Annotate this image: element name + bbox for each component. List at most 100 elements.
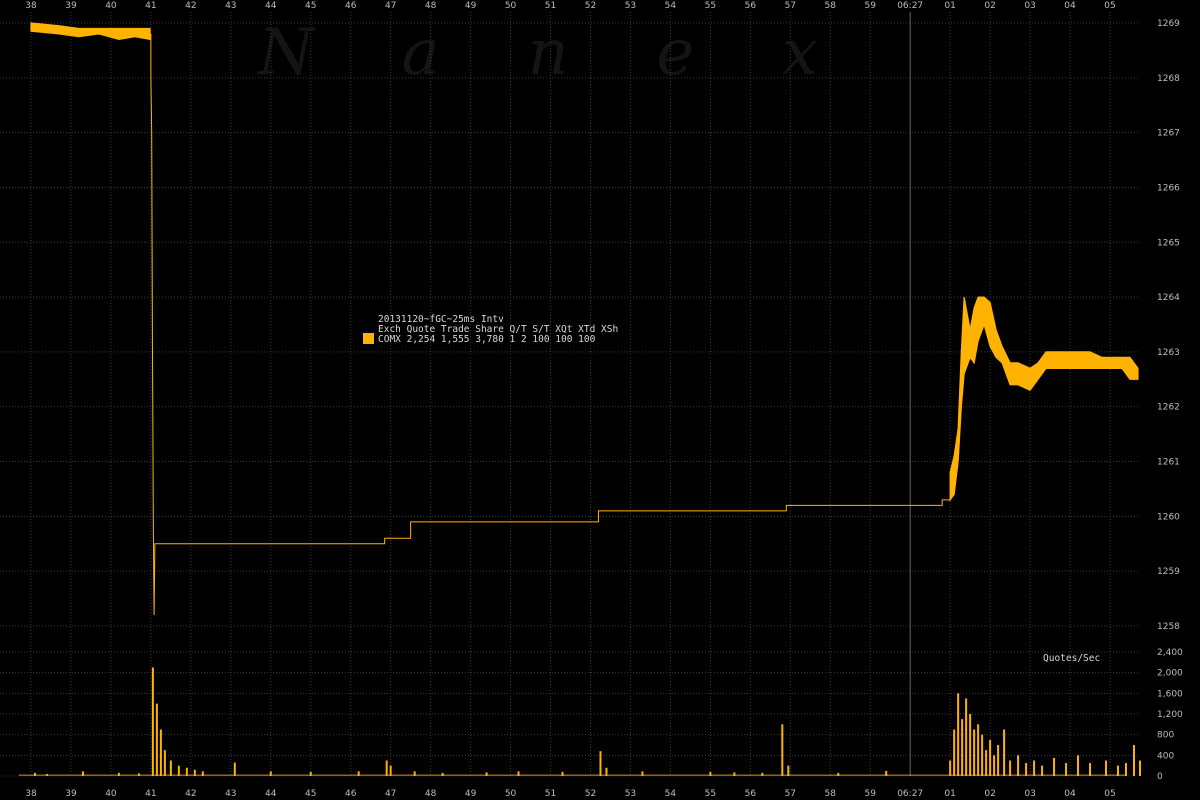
volume-tick-label: 2,000 xyxy=(1157,669,1183,679)
volume-baseline-activity xyxy=(19,774,1126,776)
x-tick-label-top: 47 xyxy=(385,1,396,11)
x-tick-label-bottom: 03 xyxy=(1024,789,1035,799)
volume-tick-label: 1,600 xyxy=(1157,689,1183,699)
x-tick-label-top: 54 xyxy=(665,1,677,11)
y-tick-label: 1266 xyxy=(1157,183,1180,193)
x-tick-label-top: 39 xyxy=(65,1,77,11)
x-tick-label-top: 38 xyxy=(25,1,37,11)
legend-row: COMX 2,254 1,555 3,780 1 2 100 100 100 xyxy=(378,334,596,345)
volume-bar xyxy=(1077,755,1080,776)
volume-bar xyxy=(981,734,984,776)
volume-bar xyxy=(761,772,764,776)
x-tick-label-bottom: 45 xyxy=(305,789,316,799)
x-tick-label-bottom: 42 xyxy=(185,789,196,799)
volume-bar xyxy=(957,693,960,776)
x-tick-label-top: 06:27 xyxy=(897,1,923,11)
x-tick-label-bottom: 48 xyxy=(425,789,437,799)
volume-bar xyxy=(561,771,564,776)
x-tick-label-bottom: 49 xyxy=(465,789,477,799)
volume-bar xyxy=(413,771,416,776)
volume-bar xyxy=(151,667,154,776)
x-tick-label-bottom: 01 xyxy=(944,789,955,799)
x-tick-label-top: 49 xyxy=(465,1,477,11)
x-tick-label-top: 56 xyxy=(745,1,757,11)
volume-bar xyxy=(605,767,608,776)
volume-bar xyxy=(357,771,360,776)
volume-bar xyxy=(309,771,312,776)
y-tick-label: 1267 xyxy=(1157,129,1180,139)
volume-bar xyxy=(155,703,158,776)
y-tick-label: 1264 xyxy=(1157,293,1180,303)
y-tick-label: 1260 xyxy=(1157,512,1180,522)
volume-bar xyxy=(159,729,162,776)
volume-bar xyxy=(233,762,236,776)
y-tick-label: 1258 xyxy=(1157,622,1180,632)
y-tick-label: 1259 xyxy=(1157,567,1180,577)
volume-bar xyxy=(201,771,204,776)
x-tick-label-bottom: 40 xyxy=(105,789,117,799)
volume-tick-label: 0 xyxy=(1157,772,1163,782)
volume-bar xyxy=(1138,760,1141,776)
x-tick-label-bottom: 53 xyxy=(625,789,636,799)
x-tick-label-bottom: 04 xyxy=(1064,789,1076,799)
x-tick-label-bottom: 38 xyxy=(25,789,37,799)
volume-bar xyxy=(997,745,1000,776)
y-tick-label: 1261 xyxy=(1157,458,1180,468)
y-tick-label: 1269 xyxy=(1157,19,1180,29)
x-tick-label-top: 41 xyxy=(145,1,156,11)
volume-bar xyxy=(137,773,140,776)
x-tick-label-bottom: 43 xyxy=(225,789,236,799)
x-tick-label-top: 05 xyxy=(1104,1,1115,11)
x-tick-label-top: 57 xyxy=(785,1,796,11)
volume-tick-label: 800 xyxy=(1157,731,1174,741)
volume-bar xyxy=(45,773,48,776)
y-tick-label: 1263 xyxy=(1157,348,1180,358)
volume-bar xyxy=(1025,763,1028,776)
x-tick-label-bottom: 55 xyxy=(705,789,716,799)
volume-bar xyxy=(1116,765,1119,776)
x-tick-label-top: 04 xyxy=(1064,1,1076,11)
x-tick-label-bottom: 54 xyxy=(665,789,677,799)
x-tick-label-top: 01 xyxy=(944,1,955,11)
volume-bar xyxy=(641,771,644,776)
x-tick-label-bottom: 57 xyxy=(785,789,796,799)
volume-bar xyxy=(973,729,976,776)
volume-bar xyxy=(949,760,952,776)
volume-bar xyxy=(1065,763,1068,776)
volume-bar xyxy=(1033,760,1036,776)
volume-bar xyxy=(953,729,956,776)
x-tick-label-top: 59 xyxy=(864,1,876,11)
volume-bar xyxy=(33,772,36,776)
x-tick-label-bottom: 39 xyxy=(65,789,77,799)
volume-bar xyxy=(969,714,972,776)
x-tick-label-bottom: 51 xyxy=(545,789,556,799)
x-tick-label-top: 42 xyxy=(185,1,196,11)
x-tick-label-bottom: 50 xyxy=(505,789,517,799)
volume-bar xyxy=(117,772,120,776)
x-tick-label-top: 48 xyxy=(425,1,437,11)
volume-bar xyxy=(885,770,888,776)
volume-bar xyxy=(837,772,840,776)
y-tick-label: 1268 xyxy=(1157,74,1180,84)
volume-bar xyxy=(1003,729,1006,776)
x-tick-label-bottom: 06:27 xyxy=(897,789,923,799)
x-tick-label-bottom: 47 xyxy=(385,789,396,799)
volume-bar xyxy=(1089,763,1092,776)
x-tick-label-top: 52 xyxy=(585,1,596,11)
x-tick-label-bottom: 41 xyxy=(145,789,156,799)
volume-tick-label: 1,200 xyxy=(1157,710,1183,720)
x-tick-label-bottom: 46 xyxy=(345,789,357,799)
x-tick-label-bottom: 02 xyxy=(984,789,995,799)
volume-bar xyxy=(733,772,736,776)
x-tick-label-top: 02 xyxy=(984,1,995,11)
volume-bar xyxy=(1132,745,1135,776)
volume-bar xyxy=(993,755,996,776)
x-tick-label-top: 45 xyxy=(305,1,316,11)
x-tick-label-top: 51 xyxy=(545,1,556,11)
y-tick-label: 1262 xyxy=(1157,403,1180,413)
volume-bar xyxy=(269,771,272,776)
volume-bar xyxy=(185,767,188,776)
volume-bar xyxy=(985,750,988,776)
volume-bar xyxy=(965,698,968,776)
x-tick-label-bottom: 05 xyxy=(1104,789,1115,799)
